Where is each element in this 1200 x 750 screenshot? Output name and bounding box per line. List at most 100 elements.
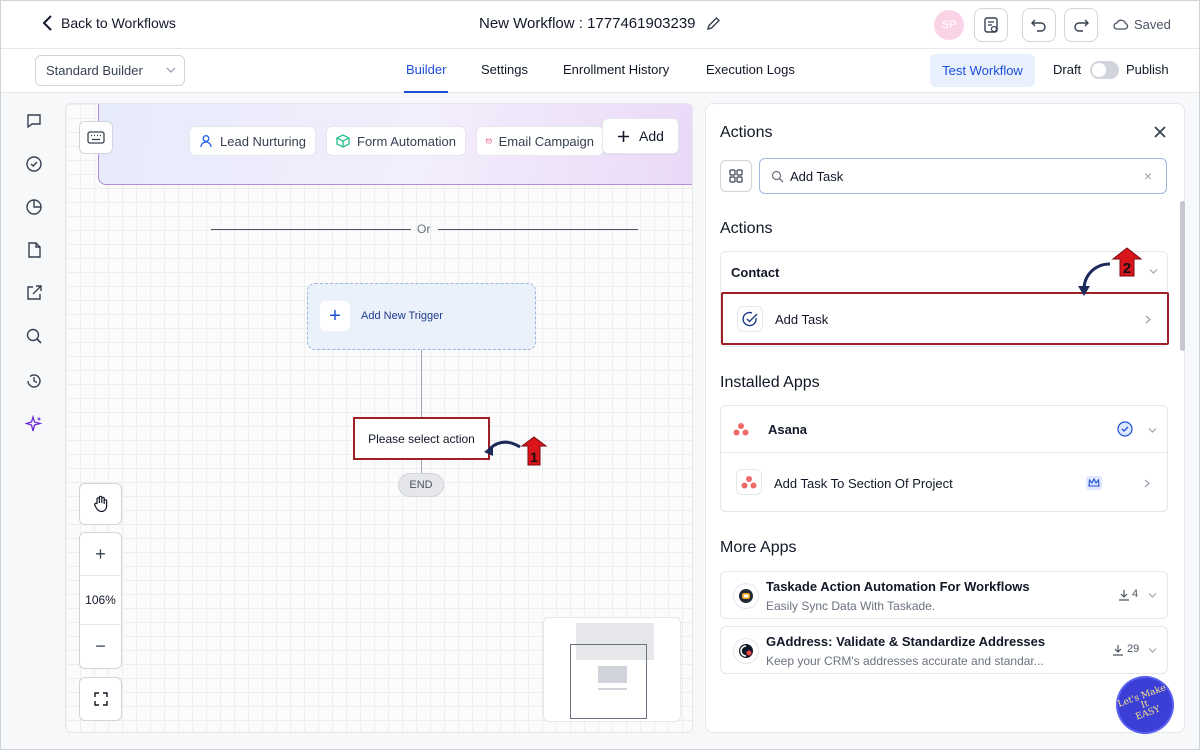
chevron-left-icon — [42, 15, 52, 31]
actions-panel: Actions Add Task × Actions Contact Add T… — [705, 103, 1185, 733]
template-chip-form-automation[interactable]: Form Automation — [326, 126, 466, 156]
action-search-input[interactable]: Add Task × — [759, 158, 1167, 194]
taskade-logo-icon — [733, 583, 759, 609]
mail-icon — [486, 138, 492, 144]
divider — [438, 229, 638, 230]
grid-icon — [729, 169, 743, 183]
cube-icon — [336, 134, 350, 148]
download-icon — [1113, 645, 1123, 656]
external-link-icon[interactable] — [24, 283, 44, 303]
template-chip-lead-nurturing[interactable]: Lead Nurturing — [189, 126, 316, 156]
app-description: Easily Sync Data With Taskade. — [766, 599, 936, 613]
fit-view-button[interactable] — [79, 677, 122, 721]
pencil-icon[interactable] — [706, 16, 721, 31]
download-icon — [1119, 590, 1129, 601]
tab-enrollment-history[interactable]: Enrollment History — [563, 62, 669, 77]
tab-builder[interactable]: Builder — [403, 62, 449, 93]
asana-name: Asana — [768, 422, 808, 437]
clipboard-check-icon — [984, 17, 998, 33]
asana-logo-icon — [736, 469, 762, 495]
plus-icon: + — [320, 301, 350, 331]
expand-icon — [93, 692, 108, 706]
chevron-right-icon — [1144, 479, 1150, 488]
user-icon — [200, 135, 212, 148]
annotation-number-2: 2 — [1123, 260, 1131, 277]
installed-apps-title: Installed Apps — [720, 374, 820, 391]
search-icon — [771, 170, 784, 183]
plus-icon — [618, 130, 630, 142]
tab-execution-logs[interactable]: Execution Logs — [706, 62, 795, 77]
check-circle-icon[interactable] — [24, 154, 44, 174]
close-icon[interactable] — [1153, 125, 1167, 139]
publish-label: Publish — [1126, 62, 1169, 77]
asana-logo-icon — [733, 423, 749, 436]
more-apps-title: More Apps — [720, 539, 797, 556]
workflow-canvas[interactable]: Lead Nurturing Form Automation Email Cam… — [65, 103, 693, 733]
zoom-out-button[interactable]: − — [80, 625, 121, 668]
minimap-node — [598, 688, 627, 690]
add-new-trigger-node[interactable]: + Add New Trigger — [307, 283, 536, 350]
search-icon[interactable] — [24, 326, 44, 346]
pan-tool-button[interactable] — [79, 483, 122, 525]
asana-header[interactable]: Asana — [721, 406, 1167, 453]
gaddress-logo-icon — [733, 638, 759, 664]
add-trigger-label: Add New Trigger — [361, 310, 443, 322]
app-name: GAddress: Validate & Standardize Address… — [766, 634, 1046, 649]
contact-group-label: Contact — [731, 264, 780, 280]
chevron-right-icon — [1145, 315, 1151, 324]
workflow-builder-window: Back to Workflows New Workflow : 1777461… — [0, 0, 1200, 750]
crown-icon — [1086, 476, 1102, 490]
add-template-button[interactable]: Add — [602, 118, 679, 154]
test-workflow-button[interactable]: Test Workflow — [930, 54, 1035, 87]
template-chip-email-campaign[interactable]: Email Campaign — [476, 126, 604, 156]
cloud-icon — [1113, 19, 1129, 30]
verified-icon — [1117, 421, 1133, 437]
minimap-trigger — [598, 666, 627, 683]
document-icon[interactable] — [24, 240, 44, 260]
chat-icon[interactable] — [24, 111, 44, 131]
minimap[interactable] — [543, 617, 681, 722]
asana-add-task-to-section-item[interactable]: Add Task To Section Of Project — [721, 454, 1167, 512]
more-app-item-gaddress[interactable]: GAddress: Validate & Standardize Address… — [720, 626, 1168, 674]
top-header: Back to Workflows New Workflow : 1777461… — [1, 1, 1199, 49]
left-sidebar — [1, 93, 63, 749]
builder-mode-value: Standard Builder — [46, 63, 143, 78]
actions-section-title: Actions — [720, 220, 773, 237]
zoom-level: 106% — [80, 576, 121, 625]
pie-chart-icon[interactable] — [24, 197, 44, 217]
task-check-icon — [737, 306, 763, 332]
add-task-action-item[interactable]: Add Task — [721, 292, 1169, 345]
chevron-down-icon — [1148, 428, 1157, 433]
panel-title: Actions — [720, 124, 773, 141]
tab-settings[interactable]: Settings — [481, 62, 528, 77]
undo-button[interactable] — [1022, 8, 1056, 42]
select-action-node[interactable]: Please select action — [353, 417, 490, 460]
zoom-controls: + 106% − — [79, 532, 122, 669]
clear-search-icon[interactable]: × — [1144, 168, 1152, 184]
chip-label: Lead Nurturing — [220, 133, 306, 149]
or-label: Or — [417, 222, 431, 236]
keyboard-shortcuts-button[interactable] — [79, 121, 113, 154]
redo-button[interactable] — [1064, 8, 1098, 42]
saved-label: Saved — [1134, 17, 1171, 32]
avatar[interactable]: SP — [934, 10, 964, 40]
category-grid-button[interactable] — [720, 160, 752, 192]
panel-scrollbar[interactable] — [1180, 201, 1185, 351]
app-name: Taskade Action Automation For Workflows — [766, 579, 1030, 594]
back-to-workflows-link[interactable]: Back to Workflows — [41, 14, 176, 32]
workflow-title[interactable]: New Workflow : 1777461903239 — [479, 15, 721, 32]
publish-toggle[interactable] — [1090, 61, 1119, 79]
builder-mode-select[interactable]: Standard Builder — [35, 55, 185, 86]
history-icon[interactable] — [24, 371, 44, 391]
saved-status: Saved — [1113, 17, 1171, 32]
chevron-down-icon — [166, 67, 176, 73]
zoom-in-button[interactable]: + — [80, 533, 121, 577]
sparkles-icon[interactable] — [24, 414, 44, 434]
search-value: Add Task — [790, 168, 844, 184]
keyboard-icon — [87, 131, 105, 144]
notes-button[interactable] — [974, 8, 1008, 42]
more-app-item-taskade[interactable]: Taskade Action Automation For Workflows … — [720, 571, 1168, 619]
download-count: 29 — [1127, 643, 1140, 655]
redo-icon — [1074, 19, 1089, 32]
asana-app-card: Asana Add Task To Section Of Project — [720, 405, 1168, 512]
